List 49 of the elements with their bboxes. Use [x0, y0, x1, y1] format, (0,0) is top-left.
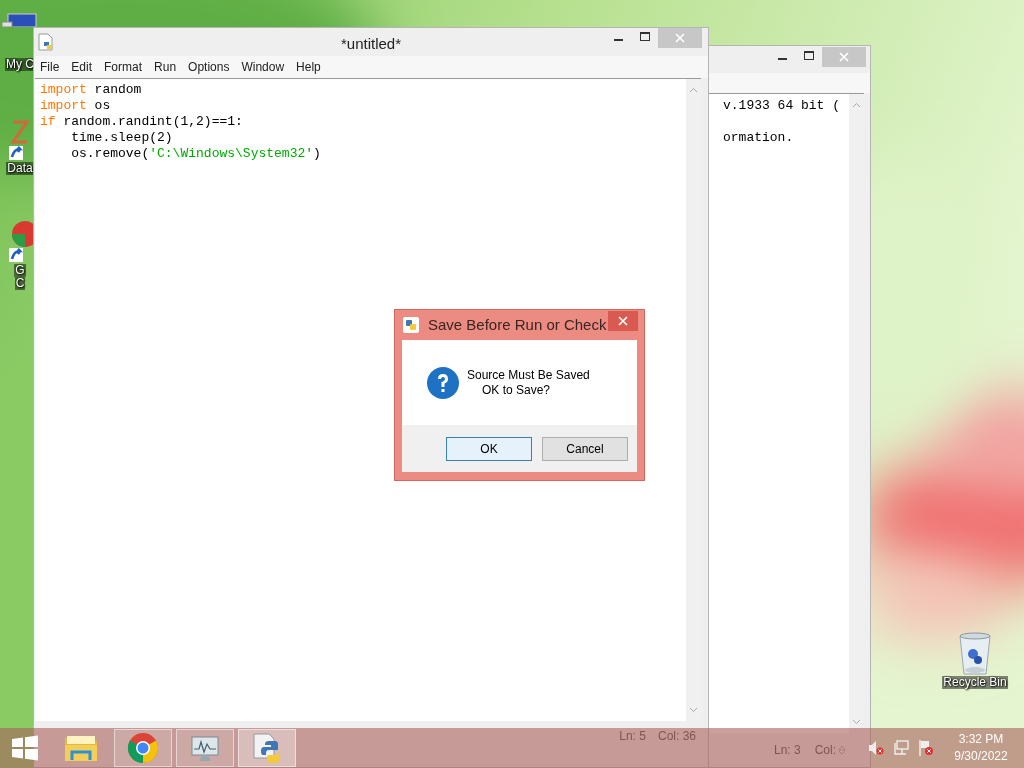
line-indicator: Ln: 5	[619, 728, 646, 745]
folder-icon	[64, 733, 98, 763]
scroll-up-icon[interactable]	[852, 102, 861, 108]
flag-alert-icon[interactable]	[918, 739, 934, 757]
line-indicator: Ln: 3	[773, 742, 801, 759]
scroll-down-icon[interactable]	[852, 719, 861, 725]
code-line: os.remove('C:\Windows\System32')	[70, 146, 322, 162]
dialog-message: OK to Save?	[481, 382, 552, 398]
taskbar-button[interactable]	[114, 729, 172, 767]
desktop-icon-label: G	[14, 264, 26, 277]
menu-item[interactable]: Edit	[71, 58, 93, 76]
code-line: import os	[40, 98, 112, 114]
menu-item[interactable]: Options	[188, 58, 230, 76]
scroll-down-icon[interactable]	[689, 707, 698, 713]
output-line: v.1933 64 bit (	[723, 98, 842, 114]
column-indicator: Col: 36	[657, 728, 696, 745]
taskbar-button[interactable]	[176, 729, 234, 767]
recycle-bin-icon[interactable]	[956, 630, 994, 676]
python-icon	[402, 316, 420, 334]
network-icon[interactable]	[892, 740, 910, 756]
menu-item[interactable]: Run	[154, 58, 177, 76]
desktop-icon-label: Recycle Bin	[942, 676, 1008, 689]
resize-grip-icon	[838, 745, 846, 755]
start-icon	[10, 735, 40, 761]
code-line: if random.randint(1,2)==1:	[40, 114, 244, 130]
desktop-icon-label: Data	[6, 162, 34, 175]
monitor-icon	[189, 733, 221, 763]
clock-time: 3:32 PM	[958, 731, 1004, 748]
menu-item[interactable]: Window	[241, 58, 285, 76]
output-line: ormation.	[723, 130, 795, 146]
speaker-muted-icon[interactable]	[868, 740, 884, 756]
document-icon	[38, 33, 54, 51]
dialog-button[interactable]: OK	[446, 437, 532, 461]
menu-item[interactable]: Format	[104, 58, 143, 76]
dialog-message: Source Must Be Saved	[467, 367, 590, 383]
menu-item[interactable]: File	[40, 58, 60, 76]
code-line: import random	[40, 82, 143, 98]
menu-item[interactable]: Help	[296, 58, 321, 76]
scroll-up-icon[interactable]	[689, 87, 698, 93]
column-indicator: Col:	[814, 742, 836, 759]
dialog-title: Save Before Run or Check	[428, 314, 607, 335]
question-icon	[427, 366, 459, 399]
window-title: *untitled*	[341, 34, 401, 54]
taskbar-button[interactable]	[238, 729, 296, 767]
close-icon[interactable]	[608, 311, 638, 331]
dialog-button[interactable]: Cancel	[542, 437, 628, 461]
clock-date: 9/30/2022	[954, 748, 1008, 765]
chrome-icon	[127, 732, 159, 764]
code-line: time.sleep(2)	[70, 130, 174, 146]
